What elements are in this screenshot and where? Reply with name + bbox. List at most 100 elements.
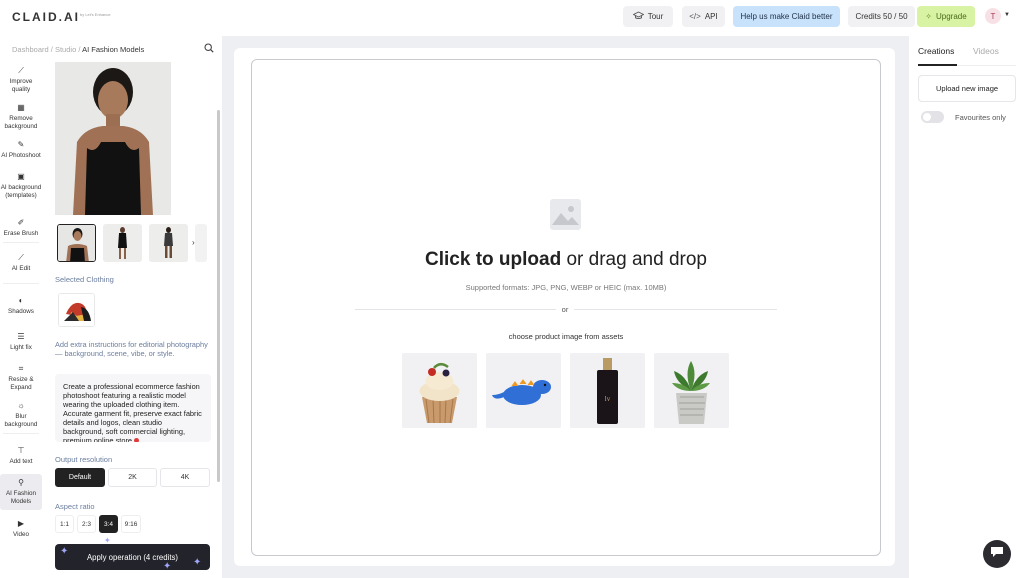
nav-label: AI Edit [11,265,31,272]
upload-new-image-button[interactable]: Upload new image [918,75,1016,102]
ratio-1-1-option[interactable]: 1:1 [55,515,74,533]
drag-drop-text: or drag and drop [561,249,707,270]
tab-creations[interactable]: Creations [918,46,954,56]
graduation-cap-icon [632,11,645,22]
search-icon[interactable] [204,43,214,55]
nav-label: AI Photoshoot [1,152,41,159]
hanger-person-icon: ⚲ [18,478,24,487]
model-thumbnail-partial[interactable] [195,224,207,262]
chat-support-button[interactable] [983,540,1011,568]
image-placeholder-icon [549,198,582,231]
nav-divider [3,433,39,434]
supported-formats-text: Supported formats: JPG, PNG, WEBP or HEI… [465,283,667,292]
breadcrumb-studio[interactable]: Studio [55,45,76,54]
nav-label: Resize & Expand [8,376,34,391]
nav-divider [3,242,39,243]
help-improve-button[interactable]: Help us make Claid better [733,6,840,27]
ratio-9-16-option[interactable]: 9:16 [121,515,141,533]
top-bar: CLAID.AI by Let's Enhance Tour </> API H… [0,0,1024,36]
credits-badge[interactable]: Credits 50 / 50 [848,6,915,27]
breadcrumb: Dashboard / Studio / AI Fashion Models [12,45,144,54]
ratio-2-3-option[interactable]: 2:3 [77,515,96,533]
active-tab-indicator [918,64,957,66]
nav-divider [3,283,39,284]
upgrade-label: Upgrade [936,12,967,21]
sparkle-icon: ✦ [193,557,202,568]
sliders-icon: ☰ [17,332,25,341]
upgrade-button[interactable]: ✧ Upgrade [917,6,975,27]
nav-label: Add text [9,458,33,465]
nav-ai-background-templates[interactable]: ▣ AI background (templates) [0,172,42,200]
blur-dots-icon: ☼ [17,401,25,410]
sparkle-icon: ✦ [104,536,111,545]
nav-blur-background[interactable]: ☼ Blur background [0,401,42,429]
grammar-indicator-icon[interactable] [134,438,140,442]
model-thumbnail[interactable] [103,224,142,262]
crop-icon: ⌗ [18,364,24,373]
asset-potted-succulent[interactable] [654,353,729,428]
breadcrumb-dashboard[interactable]: Dashboard [12,45,49,54]
aspect-ratio-selector: 1:1 2:3 3:4 9:16 [55,515,141,533]
nav-improve-quality[interactable]: ⟋ Improve quality [0,66,42,94]
logo-subtitle: by Let's Enhance [80,12,111,17]
api-label: API [704,12,718,21]
tour-button[interactable]: Tour [623,6,673,27]
nav-label: Remove background [4,115,38,130]
nav-shadows[interactable]: ◐ Shadows [0,296,42,316]
click-to-upload-link[interactable]: Click to upload [425,249,561,270]
tour-label: Tour [647,12,664,21]
apply-operation-button[interactable]: Apply operation (4 credits) [55,544,210,570]
resolution-selector: Default 2K 4K [55,468,210,487]
breadcrumb-current: AI Fashion Models [82,45,145,54]
nav-add-text[interactable]: ⊤ Add text [0,446,42,466]
favourites-toggle[interactable] [921,111,944,123]
video-play-icon: ▶ [17,519,25,528]
brush-sparkle-icon: ✎ [17,140,25,149]
code-icon: </> [689,12,701,21]
nav-video[interactable]: ▶ Video [0,519,42,539]
nav-label: AI background (templates) [0,184,42,199]
user-avatar[interactable]: T [985,8,1001,24]
nav-remove-background[interactable]: ▦ Remove background [0,103,42,131]
api-button[interactable]: </> API [682,6,725,27]
chevron-down-icon[interactable]: ▼ [1004,12,1010,18]
selected-clothing-label: Selected Clothing [55,275,114,284]
ratio-3-4-option[interactable]: 3:4 [99,515,118,533]
resolution-default-option[interactable]: Default [55,468,105,487]
upload-title[interactable]: Click to upload or drag and drop [251,249,881,271]
assets-label: choose product image from assets [508,332,624,341]
eraser-icon: ✐ [17,218,25,227]
tab-videos[interactable]: Videos [973,46,999,56]
panel-scrollbar[interactable] [217,110,220,482]
asset-perfume-bottle[interactable]: lv [570,353,645,428]
resolution-2k-option[interactable]: 2K [108,468,157,487]
model-thumbnail[interactable] [149,224,188,262]
nav-resize-expand[interactable]: ⌗ Resize & Expand [0,364,42,392]
resolution-4k-option[interactable]: 4K [160,468,210,487]
claid-logo[interactable]: CLAID.AI [12,10,80,24]
image-frame-icon: ▣ [17,172,25,181]
nav-label: AI Fashion Models [5,490,37,505]
svg-text:lv: lv [605,395,611,403]
nav-light-fix[interactable]: ☰ Light fix [0,332,42,352]
chevron-right-icon[interactable]: › [192,238,195,247]
asset-cupcake[interactable] [402,353,477,428]
asset-plush-dinosaur[interactable] [486,353,561,428]
sparkle-icon: ✦ [163,561,172,572]
nav-ai-fashion-models[interactable]: ⚲ AI Fashion Models [0,474,42,510]
extra-instructions-hint: Add extra instructions for editorial pho… [55,340,208,358]
favourites-label: Favourites only [955,113,1006,122]
edit-sparkle-icon: ⟋ [18,253,24,262]
chat-bubble-icon [990,545,1004,563]
nav-ai-photoshoot[interactable]: ✎ AI Photoshoot [0,140,42,160]
shadow-icon: ◐ [18,296,24,305]
selected-model-image[interactable] [55,62,171,215]
nav-ai-edit[interactable]: ⟋ AI Edit [0,253,42,273]
magic-wand-icon: ⟋ [18,66,24,75]
model-thumbnail[interactable] [57,224,96,262]
nav-label: Video [13,531,29,538]
nav-erase-brush[interactable]: ✐ Erase Brush [0,218,42,238]
or-label: or [556,305,574,314]
selected-clothing-item[interactable] [58,293,95,327]
prompt-textarea[interactable]: Create a professional ecommerce fashion … [55,374,211,442]
